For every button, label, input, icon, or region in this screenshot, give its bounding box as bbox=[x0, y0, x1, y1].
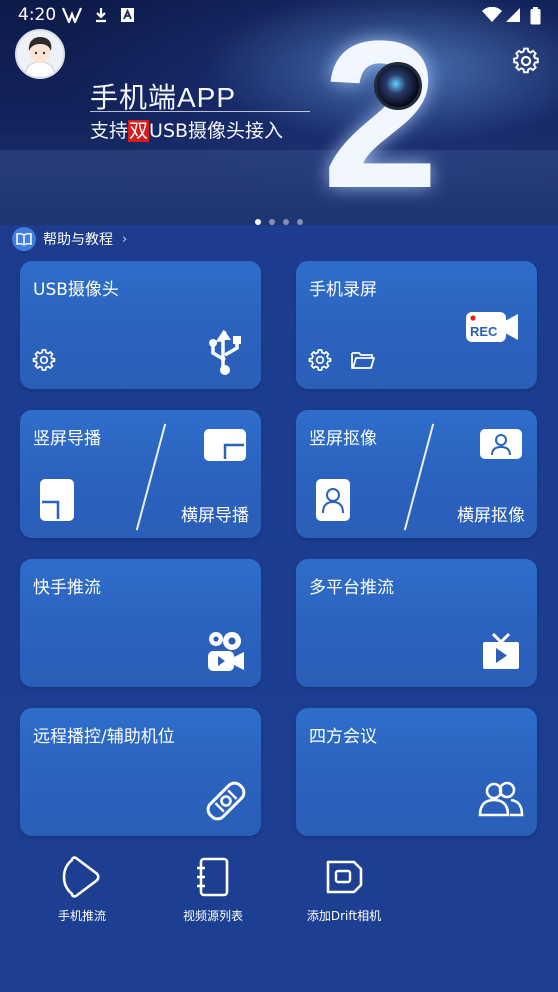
bottom-nav-label: 手机推流 bbox=[57, 909, 106, 923]
battery-icon bbox=[530, 7, 541, 25]
tile-divider bbox=[403, 423, 435, 531]
book-icon bbox=[12, 227, 36, 251]
promo-banner[interactable]: 2 手机端APP 支持双USB摄像头接入 bbox=[0, 0, 558, 225]
kuaishou-logo-icon bbox=[208, 632, 244, 671]
banner-subtitle: 支持双USB摄像头接入 bbox=[90, 116, 283, 143]
tile-usb-camera[interactable]: USB摄像头 bbox=[20, 261, 261, 389]
bottom-nav-add-drift-camera[interactable]: 添加Drift相机 bbox=[289, 855, 399, 924]
tile-label: 竖屏导播 bbox=[33, 429, 101, 449]
signal-icon bbox=[506, 8, 520, 22]
status-time: 4:20 bbox=[18, 5, 57, 25]
landscape-layout-icon bbox=[204, 429, 246, 461]
wifi-icon bbox=[482, 7, 502, 22]
folder-icon[interactable] bbox=[350, 350, 376, 370]
tile-divider bbox=[135, 423, 167, 531]
tile-multi-platform-streaming[interactable]: 多平台推流 bbox=[296, 559, 537, 687]
tile-portrait-directing[interactable]: 竖屏导播 横屏导播 bbox=[20, 410, 261, 538]
tile-portrait-keying[interactable]: 竖屏抠像 横屏抠像 bbox=[296, 410, 537, 538]
rec-camera-icon: REC bbox=[466, 312, 518, 342]
bottom-nav-label: 添加Drift相机 bbox=[306, 909, 382, 923]
tile-label: USB摄像头 bbox=[33, 280, 119, 300]
bottom-nav-phone-streaming[interactable]: 手机推流 bbox=[27, 855, 137, 924]
tile-screen-record[interactable]: 手机录屏 REC bbox=[296, 261, 537, 389]
carousel-indicator bbox=[255, 219, 303, 225]
tile-label: 手机录屏 bbox=[309, 280, 377, 300]
tile-label: 四方会议 bbox=[309, 727, 377, 747]
banner-floor bbox=[0, 150, 558, 225]
portrait-layout-icon bbox=[40, 479, 74, 521]
v-app-icon bbox=[62, 7, 82, 23]
tile-label: 远程播控/辅助机位 bbox=[33, 727, 175, 747]
usb-icon bbox=[209, 330, 241, 375]
tile-label: 快手推流 bbox=[33, 578, 101, 598]
camera-settings-gear-icon[interactable] bbox=[32, 348, 56, 372]
help-tutorial-link[interactable]: 帮助与教程 › bbox=[12, 227, 127, 251]
rec-badge-text: REC bbox=[470, 324, 498, 339]
banner-divider bbox=[90, 111, 310, 112]
portrait-person-icon bbox=[316, 479, 350, 521]
status-bar: 4:20 bbox=[0, 0, 558, 30]
user-avatar[interactable] bbox=[15, 29, 65, 79]
play-outline-icon bbox=[62, 856, 100, 898]
avatar-person-icon bbox=[24, 37, 56, 77]
banner-title: 手机端APP bbox=[90, 82, 237, 113]
tile-sub-label-landscape-directing[interactable]: 横屏导播 bbox=[181, 501, 249, 526]
help-label: 帮助与教程 bbox=[43, 232, 113, 248]
carousel-dot-active bbox=[255, 219, 261, 225]
carousel-dot bbox=[297, 219, 303, 225]
landscape-person-icon bbox=[480, 429, 522, 459]
tile-sub-label-landscape-keying[interactable]: 横屏抠像 bbox=[457, 501, 525, 526]
record-settings-gear-icon[interactable] bbox=[308, 348, 332, 372]
bottom-nav-label: 视频源列表 bbox=[182, 909, 243, 923]
banner-camera-lens-image bbox=[374, 62, 422, 110]
download-icon bbox=[96, 8, 106, 23]
settings-gear-icon[interactable] bbox=[512, 47, 540, 75]
a-app-icon bbox=[121, 8, 134, 22]
banner-subtitle-suffix: USB摄像头接入 bbox=[149, 120, 284, 142]
tile-remote-control-aux-camera[interactable]: 远程播控/辅助机位 bbox=[20, 708, 261, 836]
bottom-nav-video-source-list[interactable]: 视频源列表 bbox=[158, 855, 268, 924]
carousel-dot bbox=[283, 219, 289, 225]
banner-big-number: 2 bbox=[322, 0, 439, 225]
banner-subtitle-prefix: 支持 bbox=[90, 120, 129, 142]
carousel-dot bbox=[269, 219, 275, 225]
tv-live-icon bbox=[483, 632, 519, 669]
tile-label: 竖屏抠像 bbox=[309, 429, 377, 449]
drift-camera-icon bbox=[326, 860, 363, 894]
chevron-right-icon: › bbox=[122, 231, 128, 247]
notebook-icon bbox=[197, 857, 229, 897]
tile-label: 多平台推流 bbox=[309, 578, 394, 598]
tile-four-way-meeting[interactable]: 四方会议 bbox=[296, 708, 537, 836]
tile-kuaishou-streaming[interactable]: 快手推流 bbox=[20, 559, 261, 687]
banner-subtitle-highlight: 双 bbox=[128, 120, 150, 142]
meeting-people-icon bbox=[478, 781, 524, 817]
remote-link-icon bbox=[206, 781, 246, 821]
